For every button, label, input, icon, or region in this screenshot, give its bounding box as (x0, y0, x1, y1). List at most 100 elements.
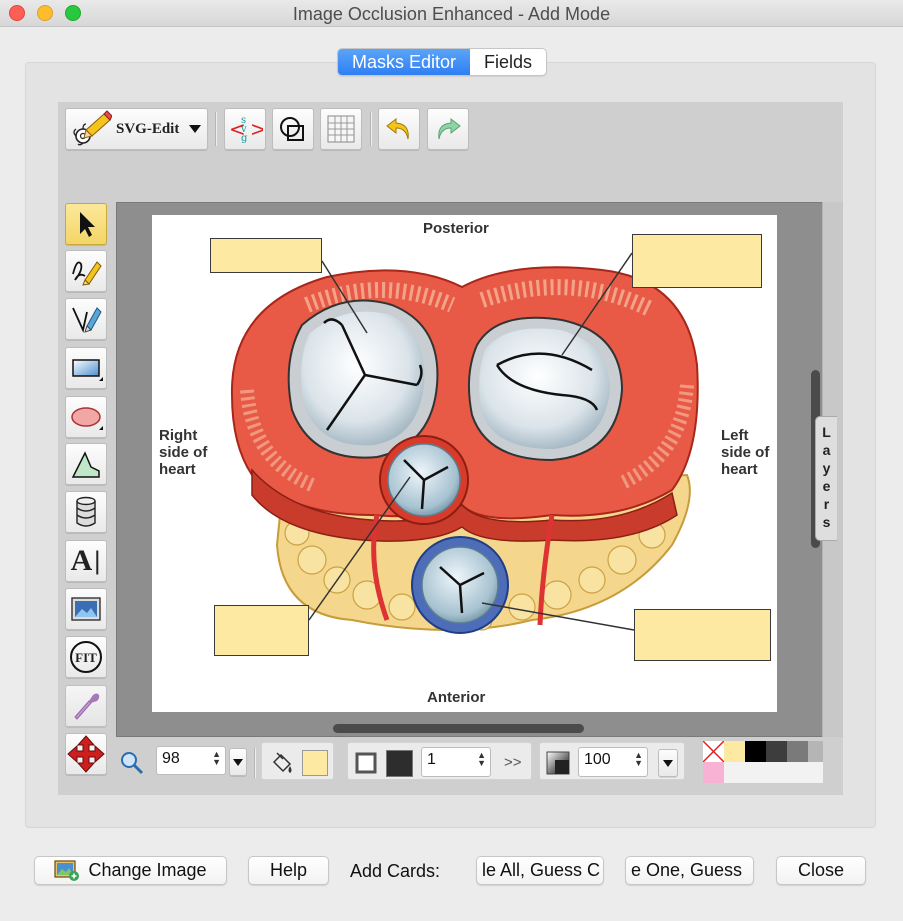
label-line: Right (159, 427, 198, 444)
tab-fields[interactable]: Fields (470, 49, 546, 75)
change-image-icon (54, 859, 80, 881)
zoom-stepper-icon[interactable]: ▲ ▼ (212, 750, 221, 767)
toolbar-separator (215, 112, 217, 146)
title-bar: Image Occlusion Enhanced - Add Mode (0, 0, 903, 27)
more-options-button[interactable]: >> (504, 754, 522, 771)
wireframe-button[interactable] (272, 108, 314, 150)
eyedropper-button[interactable] (65, 685, 107, 727)
close-button[interactable]: Close (776, 856, 866, 885)
label-right-side-of-heart: Right side of heart (159, 427, 207, 478)
svg-text:>: > (250, 117, 263, 141)
stroke-width-value: 1 (427, 751, 436, 768)
fit-zoom-icon: FIT (70, 641, 102, 673)
redo-arrow-icon (438, 117, 461, 140)
chevron-down-icon (189, 125, 202, 133)
occlusion-mask[interactable] (632, 234, 762, 288)
palette-swatch-black[interactable] (745, 741, 766, 762)
paint-bucket-icon (272, 752, 292, 773)
path-tool-button[interactable] (65, 298, 107, 340)
svg-text:g: g (241, 133, 248, 144)
grid-icon (327, 115, 355, 143)
horizontal-scrollbar-thumb[interactable] (333, 724, 584, 733)
database-shape-icon (76, 496, 96, 527)
tab-bar: Masks Editor Fields (337, 48, 548, 76)
opacity-icon (546, 751, 570, 775)
change-image-button[interactable]: Change Image (34, 856, 227, 885)
shape-library-button[interactable] (65, 491, 107, 533)
redo-button[interactable] (427, 108, 469, 150)
zoom-magnifier-icon (121, 752, 144, 775)
opacity-stepper-icon[interactable]: ▲ ▼ (634, 751, 643, 768)
palette-swatch-light-gray[interactable] (808, 741, 823, 762)
image-tool-button[interactable] (65, 588, 107, 630)
polygon-tool-icon (71, 451, 100, 478)
layers-panel-tab[interactable]: Layers (815, 416, 837, 541)
pan-move-icon (67, 735, 105, 773)
pan-tool-button[interactable] (65, 733, 107, 775)
label-left-side-of-heart: Left side of heart (721, 427, 769, 478)
svg-edit-label: SVG-Edit (116, 120, 180, 137)
occlusion-image[interactable]: Posterior Anterior Right side of heart L… (152, 215, 777, 712)
fit-zoom-button[interactable]: FIT (65, 636, 107, 678)
palette-swatch-yellow[interactable] (724, 741, 745, 762)
text-cursor-icon: | (93, 547, 102, 575)
stroke-width-input[interactable]: 1 ▲ ▼ (421, 747, 491, 777)
window-title: Image Occlusion Enhanced - Add Mode (292, 4, 611, 24)
zoom-value: 98 (162, 750, 180, 767)
fill-color-swatch[interactable] (302, 750, 328, 776)
hide-all-label: le All, Guess C (482, 860, 601, 880)
svg-source-button[interactable]: < > s v g (224, 108, 266, 150)
occlusion-mask[interactable] (634, 609, 771, 661)
label-line: side of (721, 444, 770, 461)
palette-swatch-none[interactable] (703, 741, 724, 762)
image-tool-icon (71, 597, 101, 621)
polygon-tool-button[interactable] (65, 443, 107, 485)
stroke-color-swatch[interactable] (386, 750, 413, 777)
grid-toggle-button[interactable] (320, 108, 362, 150)
text-tool-icon: A (70, 544, 93, 577)
hide-one-guess-one-button[interactable]: e One, Guess (625, 856, 754, 885)
rectangle-tool-button[interactable] (65, 347, 107, 389)
eyedropper-icon (74, 693, 100, 720)
freehand-tool-button[interactable] (65, 250, 107, 292)
undo-button[interactable] (378, 108, 420, 150)
ellipse-tool-button[interactable] (65, 396, 107, 438)
label-line: Left (721, 427, 749, 444)
opacity-dropdown-button[interactable] (658, 749, 678, 777)
palette-swatch-pink[interactable] (703, 762, 724, 783)
freehand-pencil-icon (72, 261, 102, 286)
zoom-dropdown-button[interactable] (229, 748, 247, 776)
occlusion-mask[interactable] (214, 605, 309, 656)
opacity-value: 100 (584, 751, 611, 768)
zoom-input[interactable]: 98 ▲ ▼ (156, 746, 226, 775)
toolbar-separator (370, 112, 372, 146)
ellipse-tool-icon (71, 407, 103, 430)
svg-source-icon: < > s v g (229, 115, 263, 144)
label-anterior: Anterior (427, 689, 486, 706)
label-line: heart (159, 461, 196, 478)
path-pen-icon (72, 307, 102, 333)
select-tool-button[interactable] (65, 203, 107, 245)
wireframe-icon (280, 117, 304, 141)
rectangle-tool-icon (72, 359, 103, 381)
color-palette (703, 741, 823, 783)
toolbar-separator (254, 748, 256, 778)
text-tool-button[interactable]: A | (65, 540, 107, 582)
chevron-down-icon (663, 759, 673, 767)
stroke-width-stepper-icon[interactable]: ▲ ▼ (477, 751, 486, 768)
chevron-down-icon (233, 758, 243, 766)
hide-one-label: e One, Guess (631, 860, 743, 880)
opacity-input[interactable]: 100 ▲ ▼ (578, 747, 648, 777)
occlusion-mask[interactable] (210, 238, 322, 273)
hide-all-guess-one-button[interactable]: le All, Guess C (476, 856, 604, 885)
palette-swatch-dark-gray[interactable] (766, 741, 787, 762)
help-button[interactable]: Help (248, 856, 329, 885)
label-line: heart (721, 461, 758, 478)
palette-swatch-gray[interactable] (787, 741, 808, 762)
label-line: side of (159, 444, 208, 461)
svg-edit-menu-button[interactable]: SVG-Edit (65, 108, 208, 150)
close-label: Close (797, 860, 845, 880)
tab-masks-editor[interactable]: Masks Editor (338, 49, 471, 75)
undo-arrow-icon (386, 117, 409, 140)
svg-edit-logo-icon (73, 110, 112, 146)
